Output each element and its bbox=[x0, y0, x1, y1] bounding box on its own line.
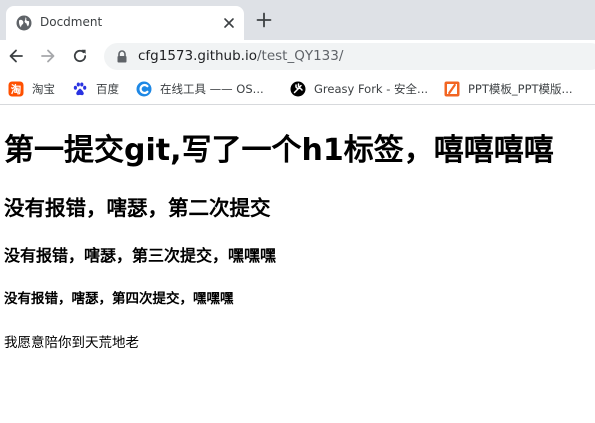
bookmark-baidu[interactable]: 百度 bbox=[72, 80, 119, 98]
lock-icon[interactable] bbox=[116, 50, 128, 63]
bookmark-label: PPT模板_PPT模版... bbox=[468, 82, 573, 96]
greasy-fork-icon bbox=[290, 81, 306, 97]
tab-strip: Docdment bbox=[0, 0, 595, 40]
heading-h3: 没有报错，嗐瑟，第三次提交，嘿嘿嘿 bbox=[4, 246, 277, 265]
bookmark-ppt-template[interactable]: PPT模板_PPT模版... bbox=[444, 80, 573, 98]
browser-toolbar: cfg1573.github.io/test_QY133/ bbox=[0, 40, 595, 72]
reload-icon[interactable] bbox=[72, 48, 88, 64]
baidu-paw-icon bbox=[73, 82, 87, 96]
page-content: 第一提交git,写了一个h1标签，嘻嘻嘻嘻 没有报错，嗐瑟，第二次提交 没有报错… bbox=[0, 106, 595, 423]
tab-title: Docdment bbox=[40, 15, 103, 29]
bookmark-label: 百度 bbox=[96, 82, 119, 96]
c-logo-icon bbox=[136, 81, 152, 97]
back-arrow-icon[interactable] bbox=[8, 48, 24, 64]
svg-text:淘: 淘 bbox=[11, 83, 22, 96]
browser-tab[interactable]: Docdment bbox=[6, 6, 244, 40]
bookmarks-bar: 淘 淘宝 百度 在线工具 —— OS... Greasy Fork - 安全..… bbox=[0, 72, 595, 105]
bookmark-label: 在线工具 —— OS... bbox=[160, 82, 264, 96]
bookmark-online-tools[interactable]: 在线工具 —— OS... bbox=[136, 80, 264, 98]
url-path: /test_QY133/ bbox=[257, 48, 344, 64]
heading-h1: 第一提交git,写了一个h1标签，嘻嘻嘻嘻 bbox=[4, 133, 554, 168]
address-bar[interactable]: cfg1573.github.io/test_QY133/ bbox=[104, 43, 595, 70]
url-text[interactable]: cfg1573.github.io/test_QY133/ bbox=[138, 48, 343, 65]
heading-h4: 没有报错，嗐瑟，第四次提交，嘿嘿嘿 bbox=[4, 291, 234, 307]
url-host: cfg1573.github.io bbox=[138, 48, 257, 64]
plus-icon[interactable] bbox=[256, 12, 272, 28]
paragraph: 我愿意陪你到天荒地老 bbox=[4, 335, 139, 351]
bookmark-label: Greasy Fork - 安全... bbox=[314, 82, 429, 96]
taobao-icon: 淘 bbox=[8, 81, 24, 97]
globe-icon bbox=[16, 15, 32, 31]
bookmark-greasy-fork[interactable]: Greasy Fork - 安全... bbox=[290, 80, 428, 98]
heading-h2: 没有报错，嗐瑟，第二次提交 bbox=[4, 196, 271, 220]
ppt-template-icon bbox=[444, 81, 460, 97]
bookmark-label: 淘宝 bbox=[32, 82, 55, 96]
close-icon[interactable] bbox=[222, 16, 236, 30]
bookmark-taobao[interactable]: 淘 淘宝 bbox=[8, 80, 55, 98]
forward-arrow-icon[interactable] bbox=[40, 48, 56, 64]
